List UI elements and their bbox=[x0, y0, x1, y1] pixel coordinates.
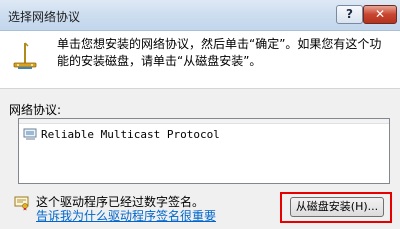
select-network-protocol-dialog: 选择网络协议 ? ✕ 单击您想安装的网络协议，然后单击“确定”。如果您有这个功能… bbox=[0, 0, 400, 229]
driver-signing-help-link[interactable]: 告诉我为什么驱动程序签名很重要 bbox=[36, 207, 216, 224]
protocol-listbox[interactable]: Reliable Multicast Protocol bbox=[18, 118, 390, 184]
protocol-list-label: 网络协议: bbox=[9, 103, 62, 117]
list-item[interactable]: Reliable Multicast Protocol bbox=[23, 126, 220, 142]
protocol-name: Reliable Multicast Protocol bbox=[41, 127, 220, 141]
network-protocol-icon bbox=[13, 42, 37, 69]
close-button[interactable]: ✕ bbox=[363, 5, 397, 24]
protocol-item-icon bbox=[23, 128, 37, 140]
list-header bbox=[19, 119, 389, 124]
info-panel: 单击您想安装的网络协议，然后单击“确定”。如果您有这个功能的安装磁盘，请单击“从… bbox=[0, 31, 400, 89]
title-bar: 选择网络协议 ? ✕ bbox=[0, 0, 400, 31]
help-button[interactable]: ? bbox=[336, 5, 363, 24]
certificate-icon bbox=[14, 196, 29, 211]
window-title: 选择网络协议 bbox=[8, 10, 81, 24]
instruction-text: 单击您想安装的网络协议，然后单击“确定”。如果您有这个功能的安装磁盘，请单击“从… bbox=[57, 37, 382, 68]
install-from-disk-button[interactable]: 从磁盘安装(H)... bbox=[290, 197, 384, 217]
